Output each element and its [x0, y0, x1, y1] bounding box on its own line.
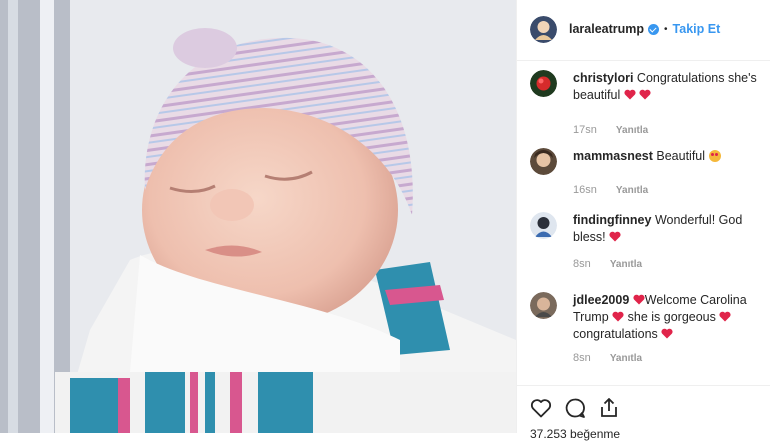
commenter-username[interactable]: findingfinney	[573, 213, 651, 227]
comment-time: 8sn	[573, 258, 591, 270]
post-header: laraleatrump • Takip Et	[517, 0, 770, 61]
comment-time: 16sn	[573, 184, 597, 196]
reply-button[interactable]: Yanıtla	[610, 353, 642, 364]
comment-body-part: she is gorgeous	[627, 310, 716, 324]
reply-button[interactable]: Yanıtla	[616, 185, 648, 196]
comment-body: Beautiful	[656, 149, 706, 163]
comment-time: 17sn	[573, 124, 597, 136]
red-heart-emoji-icon	[719, 311, 731, 322]
comment-text: mammasnest Beautiful	[573, 148, 769, 165]
author-avatar[interactable]	[530, 16, 557, 43]
comment-icon[interactable]	[563, 396, 587, 420]
commenter-avatar[interactable]	[530, 70, 557, 97]
red-heart-emoji-icon	[609, 231, 621, 242]
post-sidebar: laraleatrump • Takip Et christylori Cong…	[516, 0, 770, 441]
like-heart-icon[interactable]	[529, 396, 553, 420]
comment-text: christylori Congratulations she's beauti…	[573, 70, 769, 104]
comment-text: findingfinney Wonderful! God bless!	[573, 212, 769, 246]
newborn-photo	[0, 0, 516, 433]
commenter-username[interactable]: christylori	[573, 71, 633, 85]
red-heart-emoji-icon	[624, 89, 636, 100]
reply-button[interactable]: Yanıtla	[616, 125, 648, 136]
share-icon[interactable]	[597, 396, 621, 420]
author-username[interactable]: laraleatrump	[569, 22, 644, 36]
red-heart-emoji-icon	[633, 294, 645, 305]
post-photo[interactable]	[0, 0, 516, 433]
heart-eyes-emoji-icon	[708, 150, 721, 162]
verified-badge-icon	[648, 23, 660, 35]
comment-text: jdlee2009 Welcome Carolina Trump she is …	[573, 292, 769, 343]
comment-body-part: congratulations	[573, 327, 658, 341]
commenter-username[interactable]: mammasnest	[573, 149, 653, 163]
likes-count[interactable]: 37.253 beğenme	[530, 427, 620, 441]
follow-button[interactable]: Takip Et	[673, 22, 721, 36]
commenter-avatar[interactable]	[530, 292, 557, 319]
reply-button[interactable]: Yanıtla	[610, 259, 642, 270]
red-heart-emoji-icon	[661, 328, 673, 339]
separator-dot: •	[664, 23, 668, 35]
comment-meta: 8sn Yanıtla	[573, 352, 642, 364]
comment-meta: 8sn Yanıtla	[573, 258, 642, 270]
commenter-avatar[interactable]	[530, 148, 557, 175]
comment-meta: 17sn Yanıtla	[573, 124, 648, 136]
commenter-avatar[interactable]	[530, 212, 557, 239]
red-heart-emoji-icon	[639, 89, 651, 100]
red-heart-emoji-icon	[612, 311, 624, 322]
post-actions-bar: 37.253 beğenme	[517, 385, 770, 441]
comment-time: 8sn	[573, 352, 591, 364]
comment-meta: 16sn Yanıtla	[573, 184, 648, 196]
commenter-username[interactable]: jdlee2009	[573, 293, 629, 307]
